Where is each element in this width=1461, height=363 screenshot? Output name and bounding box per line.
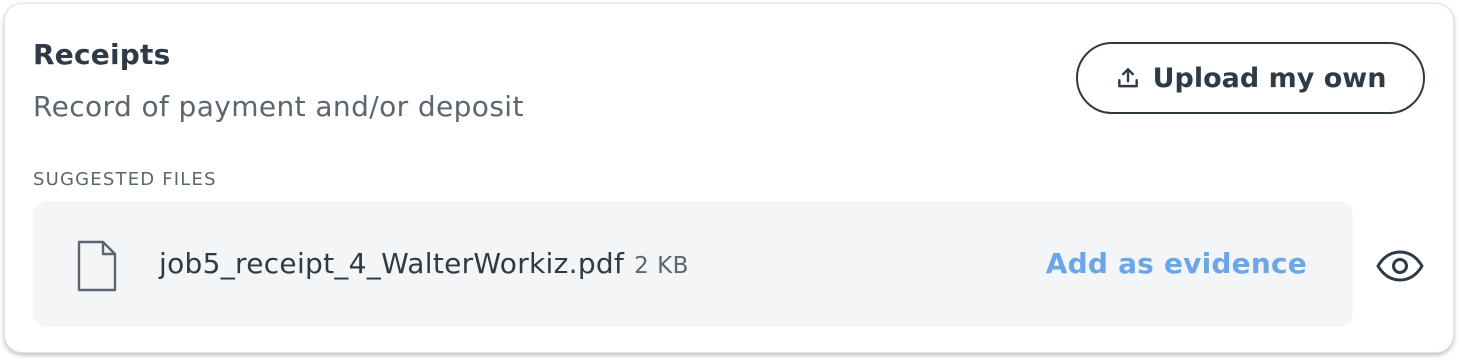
file-name: job5_receipt_4_WalterWorkiz.pdf bbox=[159, 247, 625, 280]
upload-icon bbox=[1117, 68, 1138, 88]
file-name-line: job5_receipt_4_WalterWorkiz.pdf 2 KB bbox=[159, 247, 689, 280]
card-title: Receipts bbox=[33, 38, 171, 71]
receipts-card: Receipts Record of payment and/or deposi… bbox=[4, 3, 1454, 353]
upload-my-own-button[interactable]: Upload my own bbox=[1076, 42, 1425, 114]
card-subtitle: Record of payment and/or deposit bbox=[33, 90, 524, 123]
suggested-file-row: job5_receipt_4_WalterWorkiz.pdf 2 KB Add … bbox=[33, 201, 1353, 327]
file-size: 2 KB bbox=[634, 253, 689, 279]
file-icon bbox=[77, 240, 117, 292]
suggested-files-label: SUGGESTED FILES bbox=[33, 169, 217, 190]
upload-button-label: Upload my own bbox=[1152, 62, 1387, 94]
add-as-evidence-link[interactable]: Add as evidence bbox=[1046, 247, 1307, 280]
eye-icon[interactable] bbox=[1375, 249, 1425, 283]
